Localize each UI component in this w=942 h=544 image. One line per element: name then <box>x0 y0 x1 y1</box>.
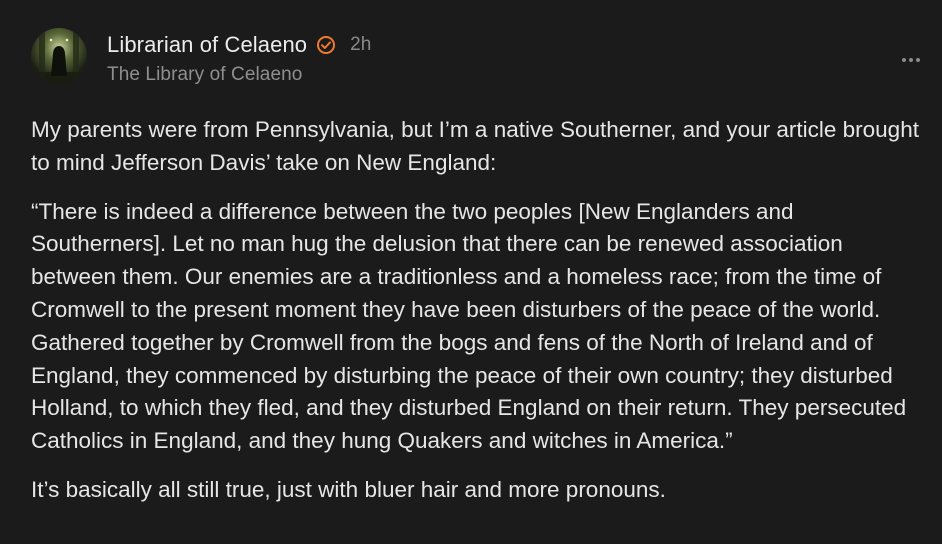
hooded-figure-avatar-icon <box>31 28 87 84</box>
comment-paragraph: My parents were from Pennsylvania, but I… <box>31 117 919 175</box>
timestamp[interactable]: 2h <box>350 34 371 56</box>
author-name[interactable]: Librarian of Celaeno <box>107 32 307 58</box>
comment-paragraph: It’s basically all still true, just with… <box>31 476 666 502</box>
comment-card: Librarian of Celaeno 2h The Library of C… <box>0 0 942 544</box>
comment-paragraph: “There is indeed a difference between th… <box>31 198 907 454</box>
comment-body: My parents were from Pennsylvania, but I… <box>31 114 926 523</box>
verified-check-icon <box>316 35 336 55</box>
author-row: Librarian of Celaeno 2h <box>107 31 371 59</box>
more-options-button[interactable] <box>897 52 925 68</box>
publication-name[interactable]: The Library of Celaeno <box>107 64 371 86</box>
ellipsis-icon <box>901 58 922 62</box>
comment-header: Librarian of Celaeno 2h The Library of C… <box>107 31 371 91</box>
avatar[interactable] <box>31 28 87 84</box>
